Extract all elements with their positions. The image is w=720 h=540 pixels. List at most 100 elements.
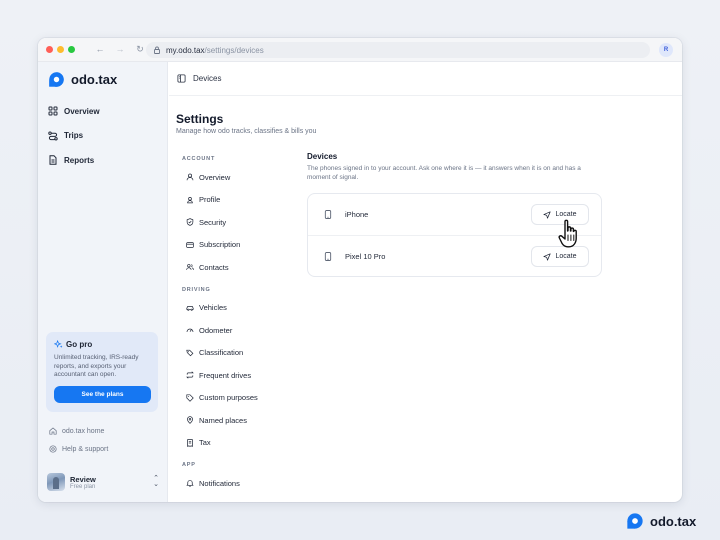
- devices-list: iPhone Locate Pixel 10 Pro Locate: [307, 193, 602, 277]
- device-row: Pixel 10 Pro Locate: [308, 235, 601, 276]
- lock-icon: [152, 45, 162, 55]
- devices-title: Devices: [307, 152, 338, 161]
- tag-icon: [186, 394, 194, 402]
- go-pro-title-text: Go pro: [66, 340, 93, 349]
- window-controls: [46, 46, 75, 53]
- settings-item-label: Overview: [199, 172, 231, 182]
- settings-item-vehicles[interactable]: Vehicles: [182, 297, 292, 320]
- locate-button[interactable]: Locate: [531, 204, 589, 225]
- go-pro-title: Go pro: [54, 340, 150, 349]
- sidebar-item-overview[interactable]: Overview: [48, 99, 100, 124]
- chevron-up-down-icon: ⌃ ⌄: [153, 475, 159, 488]
- maximize-window-button[interactable]: [68, 46, 75, 53]
- group-label-account: ACCOUNT: [182, 156, 216, 162]
- sparkle-icon: [54, 340, 63, 348]
- user-icon: [186, 173, 194, 181]
- settings-item-profile[interactable]: Profile: [182, 189, 292, 212]
- group-label-app: APP: [182, 462, 196, 468]
- phone-icon: [324, 251, 332, 261]
- url-path: /settings/devices: [204, 45, 264, 55]
- locate-button[interactable]: Locate: [531, 246, 589, 267]
- repeat-icon: [186, 371, 194, 379]
- settings-nav: ACCOUNT Overview Profile Security Subscr…: [182, 153, 292, 495]
- locate-button-label: Locate: [555, 253, 577, 260]
- settings-item-label: Odometer: [199, 325, 233, 335]
- odo-logo-icon: [627, 513, 643, 529]
- locate-button-label: Locate: [555, 211, 577, 218]
- settings-item-tax[interactable]: Tax: [182, 432, 292, 455]
- document-icon: [49, 155, 57, 165]
- route-icon: [48, 131, 58, 141]
- main-content: Devices Settings Manage how odo tracks, …: [169, 62, 682, 502]
- settings-item-security[interactable]: Security: [182, 211, 292, 234]
- settings-item-label: Classification: [199, 348, 244, 358]
- go-pro-description: Unlimited tracking, IRS-ready reports, a…: [54, 354, 139, 378]
- device-row: iPhone Locate: [308, 194, 601, 235]
- settings-item-classification[interactable]: Classification: [182, 342, 292, 365]
- footer-brand-name: odo.tax: [650, 513, 697, 529]
- sidebar-item-label: Reports: [64, 155, 95, 165]
- forward-arrow-icon[interactable]: →: [113, 44, 127, 55]
- minimize-window-button[interactable]: [57, 46, 64, 53]
- home-icon: [49, 427, 57, 435]
- sidebar-item-trips[interactable]: Trips: [48, 124, 100, 149]
- see-plans-button[interactable]: See the plans: [54, 385, 151, 403]
- navigation-arrow-icon: [543, 252, 552, 261]
- settings-item-named-places[interactable]: Named places: [182, 409, 292, 432]
- help-link-label: Help & support: [62, 445, 109, 453]
- devices-description: The phones signed in to your account. As…: [307, 165, 581, 181]
- go-pro-card: Go pro Unlimited tracking, IRS-ready rep…: [46, 332, 158, 412]
- back-arrow-icon[interactable]: ←: [93, 44, 107, 55]
- user-menu[interactable]: Review Free plan ⌃ ⌄: [47, 472, 159, 492]
- breadcrumb: Devices: [193, 74, 222, 83]
- browser-profile-avatar[interactable]: R: [659, 43, 673, 57]
- settings-item-label: Contacts: [199, 262, 229, 272]
- help-icon: [49, 445, 57, 453]
- sidebar-links: odo.tax home Help & support: [49, 422, 108, 458]
- profile-icon: [187, 196, 193, 203]
- tags-icon: [186, 349, 194, 357]
- settings-item-subscription[interactable]: Subscription: [182, 234, 292, 257]
- card-icon: [186, 241, 194, 248]
- bell-icon: [186, 480, 194, 487]
- url-bar[interactable]: my.odo.tax/settings/devices: [146, 42, 650, 58]
- sidebar-item-reports[interactable]: Reports: [48, 148, 100, 173]
- settings-item-custom-purposes[interactable]: Custom purposes: [182, 387, 292, 410]
- settings-item-notifications[interactable]: Notifications: [182, 472, 292, 495]
- settings-item-label: Profile: [199, 195, 221, 205]
- main-nav: Overview Trips Reports: [48, 99, 100, 173]
- device-name: iPhone: [345, 210, 369, 219]
- settings-item-label: Vehicles: [199, 303, 227, 313]
- settings-item-contacts[interactable]: Contacts: [182, 256, 292, 279]
- pin-icon: [187, 416, 193, 425]
- settings-item-label: Custom purposes: [199, 393, 258, 403]
- settings-item-overview[interactable]: Overview: [182, 166, 292, 189]
- brand-name: odo.tax: [71, 72, 118, 87]
- help-support-link[interactable]: Help & support: [49, 440, 108, 458]
- home-link[interactable]: odo.tax home: [49, 422, 108, 440]
- url-domain: my.odo.tax: [166, 45, 205, 55]
- footer-brand: odo.tax: [626, 512, 696, 530]
- settings-item-odometer[interactable]: Odometer: [182, 319, 292, 342]
- phone-icon: [324, 210, 332, 219]
- gauge-icon: [186, 328, 194, 333]
- settings-item-label: Security: [199, 217, 227, 227]
- home-link-label: odo.tax home: [62, 427, 105, 435]
- sidebar-toggle-icon[interactable]: [177, 74, 186, 83]
- settings-item-frequent-drives[interactable]: Frequent drives: [182, 364, 292, 387]
- receipt-icon: [187, 439, 193, 447]
- browser-window: ← → ↻ my.odo.tax/settings/devices R odo.…: [38, 38, 682, 502]
- avatar: [47, 473, 65, 491]
- sidebar-item-label: Overview: [64, 106, 100, 116]
- contacts-icon: [186, 264, 194, 271]
- page-subtitle: Manage how odo tracks, classifies & bill…: [176, 128, 317, 135]
- settings-item-label: Tax: [199, 438, 211, 448]
- device-name: Pixel 10 Pro: [345, 251, 386, 261]
- close-window-button[interactable]: [46, 46, 53, 53]
- brand-logo[interactable]: odo.tax: [48, 71, 117, 88]
- topbar: Devices: [169, 62, 682, 96]
- reload-icon[interactable]: ↻: [133, 44, 147, 55]
- odo-logo-icon: [49, 72, 64, 87]
- shield-icon: [186, 218, 194, 226]
- settings-item-label: Notifications: [199, 478, 240, 488]
